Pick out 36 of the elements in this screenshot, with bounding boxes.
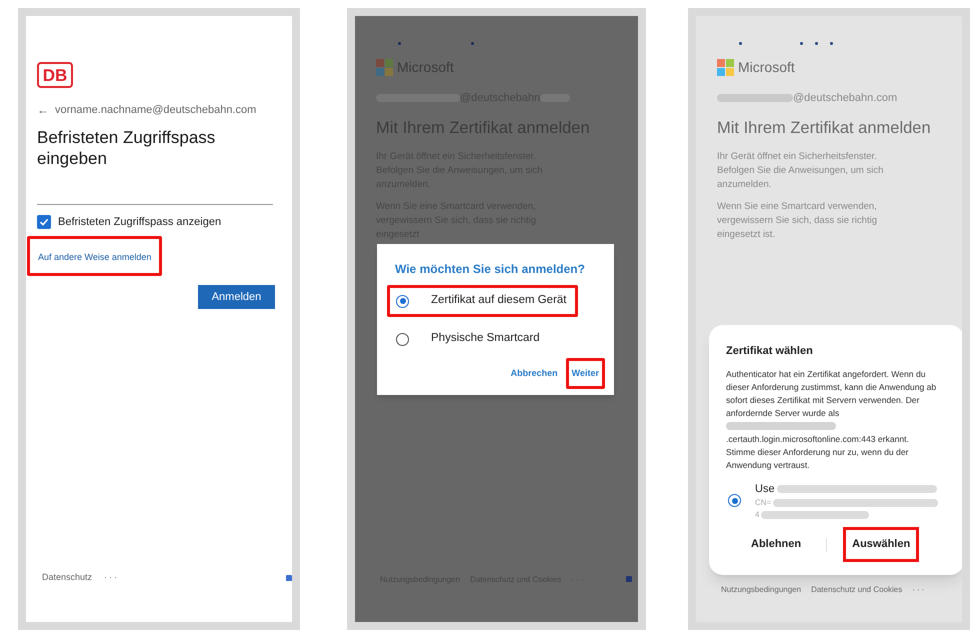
dialog-button[interactable]: Ablehnen bbox=[751, 536, 802, 553]
radio-button[interactable] bbox=[728, 494, 741, 508]
page-heading: Befristeten Zugriffspass eingeben bbox=[37, 126, 216, 168]
account-email: vorname.nachname@deutschebahn.com bbox=[55, 103, 256, 118]
checkbox-label: Befristeten Zugriffspass anzeigen bbox=[58, 214, 222, 230]
other-way-link[interactable]: Auf andere Weise anmelden bbox=[38, 252, 152, 262]
more-options[interactable]: ··· bbox=[912, 584, 926, 596]
brand-name: Microsoft bbox=[738, 58, 795, 77]
radio-button[interactable] bbox=[396, 332, 409, 346]
dialog-title: Zertifikat wählen bbox=[726, 344, 814, 359]
dialog-button[interactable]: Abbrechen bbox=[510, 366, 558, 380]
certificate-line: 4 bbox=[755, 509, 760, 521]
footer-link[interactable]: Datenschutz bbox=[42, 570, 92, 584]
info-paragraph: Wenn Sie eine Smartcard verwenden, vergewissern Sie sich, dass sie richtig eingesetzt ist. bbox=[717, 200, 878, 242]
info-paragraph: Ihr Gerät öffnet ein Sicherheitsfenster. Befolgen Sie die Anweisungen, um sich anzumelden. bbox=[717, 150, 884, 192]
dialog-message: Authenticator hat ein Zertifikat angefordert. Wenn du dieser Anforderung zustimmst, kann die Anwendung ab sofort dieses Zertifikat mit Servern verwenden. Der anfordernde Server wurde als bbox=[726, 368, 936, 418]
option-label[interactable]: Physische Smartcard bbox=[431, 330, 540, 348]
dialog-title: Wie möchten Sie sich anmelden? bbox=[395, 261, 586, 278]
back-arrow-icon[interactable]: ← bbox=[37, 104, 49, 116]
db-logo: DB bbox=[37, 62, 73, 88]
more-options[interactable]: ··· bbox=[104, 570, 120, 584]
option-label[interactable]: Zertifikat auf diesem Gerät bbox=[431, 292, 566, 310]
four-squares-logo-icon bbox=[717, 59, 734, 76]
account-email: @deutschebahn.com bbox=[793, 91, 898, 106]
checkbox[interactable] bbox=[37, 214, 51, 229]
radio-button[interactable] bbox=[396, 294, 409, 308]
page-heading: Mit Ihrem Zertifikat anmelden bbox=[717, 118, 932, 138]
certificate-line: CN= bbox=[755, 497, 772, 509]
dialog-button[interactable]: Auswählen bbox=[852, 536, 910, 553]
certificate-line: Use bbox=[755, 482, 775, 496]
four-squares-logo-icon bbox=[376, 59, 393, 76]
sign-in-button[interactable]: Anmelden bbox=[198, 285, 275, 309]
dialog-button[interactable]: Weiter bbox=[572, 366, 599, 380]
footer-link[interactable]: Datenschutz und Cookies bbox=[811, 584, 902, 596]
footer-link[interactable]: Nutzungsbedingungen bbox=[721, 584, 802, 596]
dialog-message: .certauth.login.microsoftonline.com:443 erkannt. Stimme dieser Anforderung nur zu, wenn du der Anwendung vertraust. bbox=[726, 432, 910, 472]
